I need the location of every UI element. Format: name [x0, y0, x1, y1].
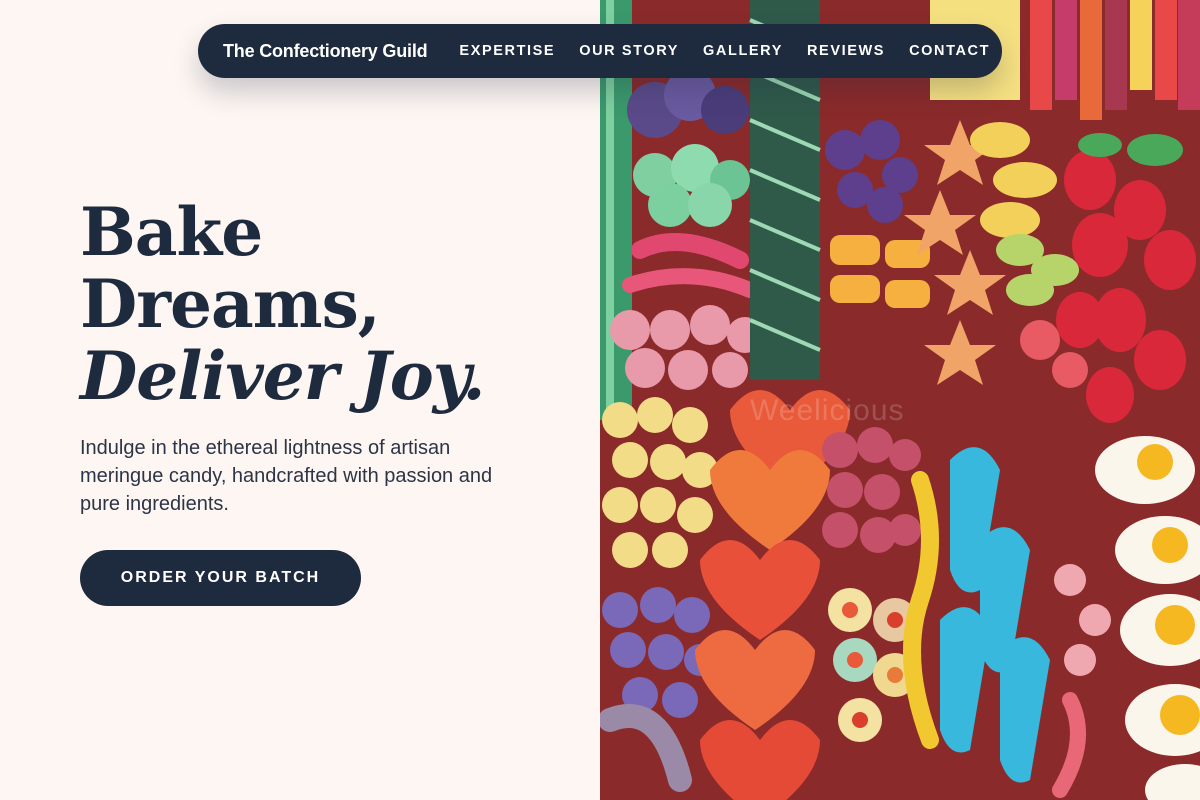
nav-link-gallery[interactable]: GALLERY — [703, 43, 783, 59]
nav-links: EXPERTISE OUR STORY GALLERY REVIEWS CONT… — [459, 43, 990, 59]
image-watermark: Weelicious — [750, 394, 905, 427]
top-navbar: The Confectionery Guild EXPERTISE OUR ST… — [198, 24, 1002, 78]
brand-logo[interactable]: The Confectionery Guild — [223, 41, 428, 62]
hero-title-line-3: Deliver Joy. — [80, 337, 485, 415]
hero-image-pane: Weelicious — [600, 0, 1200, 800]
hero-title-line-2: Dreams, — [80, 265, 381, 343]
nav-link-reviews[interactable]: REVIEWS — [807, 43, 885, 59]
hero-title: Bake Dreams, Deliver Joy. — [80, 193, 485, 415]
nav-link-our-story[interactable]: OUR STORY — [579, 43, 679, 59]
nav-link-contact[interactable]: CONTACT — [909, 43, 990, 59]
order-batch-button[interactable]: ORDER YOUR BATCH — [80, 550, 361, 606]
nav-link-expertise[interactable]: EXPERTISE — [459, 43, 555, 59]
hero-title-line-1: Bake — [80, 193, 263, 271]
hero-subtitle: Indulge in the ethereal lightness of art… — [80, 437, 493, 515]
